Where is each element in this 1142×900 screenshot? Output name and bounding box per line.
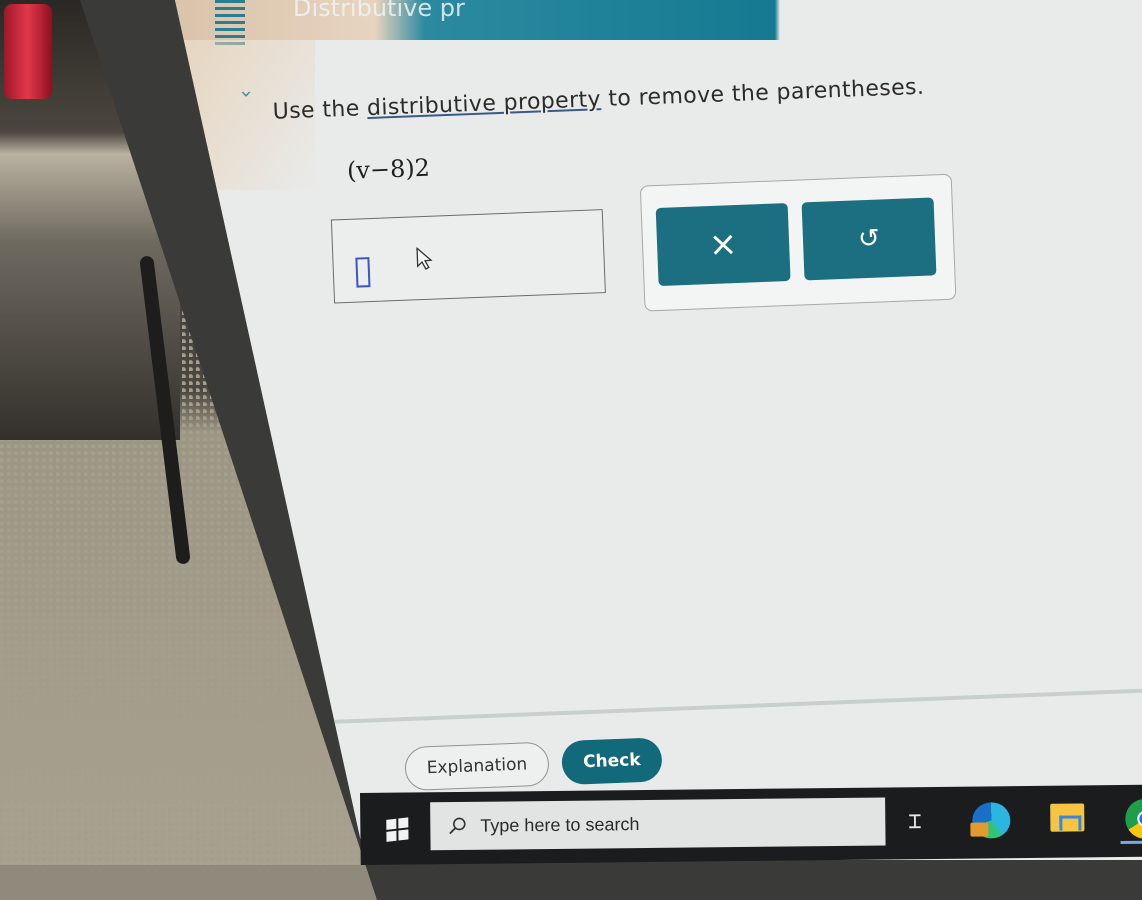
file-explorer-icon[interactable] bbox=[1050, 803, 1085, 832]
math-expression: (v−8)2 bbox=[346, 153, 431, 185]
undo-button[interactable]: ↺ bbox=[801, 197, 937, 281]
check-button[interactable]: Check bbox=[561, 737, 663, 786]
task-view-icon[interactable]: ⌶ bbox=[908, 809, 922, 834]
explanation-button[interactable]: Explanation bbox=[404, 741, 550, 792]
edge-icon[interactable] bbox=[972, 802, 1011, 839]
search-icon bbox=[449, 817, 466, 835]
clear-button[interactable]: × bbox=[655, 203, 791, 287]
search-placeholder: Type here to search bbox=[480, 813, 640, 836]
windows-start-icon[interactable] bbox=[386, 817, 409, 842]
text-cursor-box bbox=[355, 257, 371, 288]
prompt-text-start: Use the bbox=[272, 96, 368, 125]
question-prompt: Use the distributive property to remove … bbox=[272, 75, 925, 125]
answer-input[interactable] bbox=[330, 209, 606, 304]
undo-icon: ↺ bbox=[857, 223, 881, 255]
chrome-icon[interactable] bbox=[1125, 798, 1142, 839]
windows-taskbar: Type here to search ⌶ bbox=[360, 784, 1142, 865]
soda-can bbox=[4, 4, 52, 99]
times-icon: × bbox=[708, 223, 739, 266]
distributive-property-link[interactable]: distributive property bbox=[367, 87, 602, 121]
taskbar-search-input[interactable]: Type here to search bbox=[430, 797, 886, 851]
footer-divider bbox=[308, 686, 1142, 725]
active-app-indicator bbox=[1120, 840, 1142, 845]
prompt-text-end: to remove the parentheses. bbox=[600, 74, 925, 113]
math-keypad: × ↺ bbox=[639, 173, 957, 312]
mouse-pointer-icon bbox=[416, 246, 433, 270]
